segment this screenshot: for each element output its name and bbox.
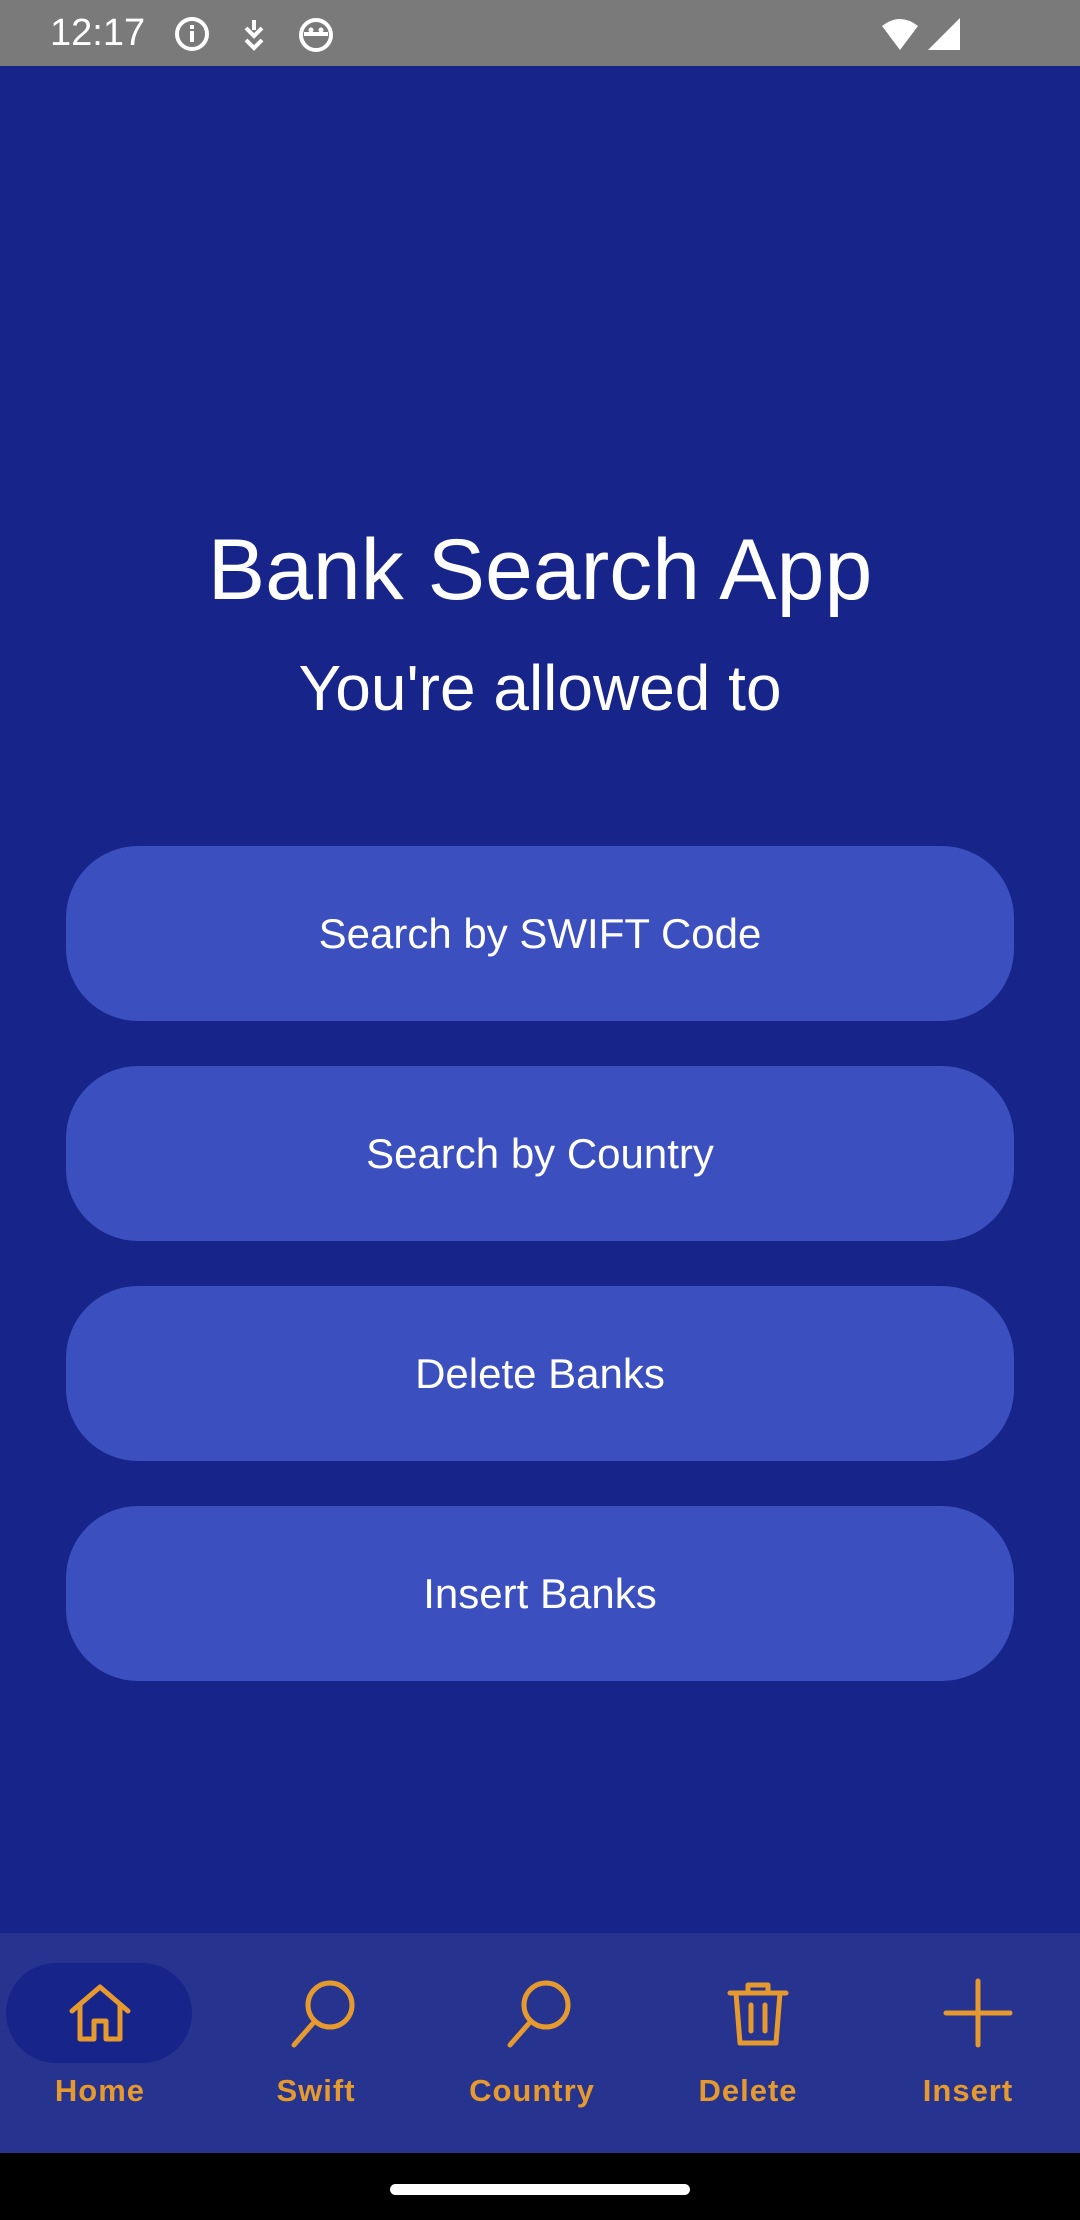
home-gesture-handle[interactable] bbox=[390, 2184, 690, 2195]
bottom-navigation: Home Swift Country Delete Insert bbox=[0, 1933, 1080, 2153]
search-icon bbox=[502, 1975, 578, 2051]
nav-item-home[interactable]: Home bbox=[0, 1933, 216, 2153]
search-by-country-button[interactable]: Search by Country bbox=[66, 1066, 1014, 1241]
search-icon bbox=[286, 1975, 362, 2051]
app-screen: 12:17 Bank Search App You're allowed to … bbox=[0, 0, 1080, 2220]
nav-item-country[interactable]: Country bbox=[432, 1933, 648, 2153]
page-subtitle: You're allowed to bbox=[298, 652, 782, 724]
wifi-icon bbox=[880, 14, 920, 54]
info-icon bbox=[172, 14, 212, 54]
status-time: 12:17 bbox=[50, 12, 146, 54]
nav-item-swift[interactable]: Swift bbox=[216, 1933, 432, 2153]
nav-label-delete: Delete bbox=[698, 2073, 798, 2108]
download-icon bbox=[234, 14, 274, 54]
nav-item-delete[interactable]: Delete bbox=[648, 1933, 864, 2153]
plus-icon bbox=[940, 1975, 1016, 2051]
nav-item-insert[interactable]: Insert bbox=[864, 1933, 1080, 2153]
status-bar: 12:17 bbox=[0, 0, 1080, 66]
gesture-navigation-bar bbox=[0, 2153, 1080, 2220]
home-icon bbox=[62, 1975, 138, 2051]
nav-label-swift: Swift bbox=[276, 2073, 356, 2108]
nav-label-home: Home bbox=[54, 2073, 146, 2108]
search-by-swift-button[interactable]: Search by SWIFT Code bbox=[66, 846, 1014, 1021]
page-title: Bank Search App bbox=[207, 522, 873, 618]
nav-label-insert: Insert bbox=[922, 2073, 1014, 2108]
signal-icon bbox=[924, 14, 964, 54]
trash-icon bbox=[720, 1975, 796, 2051]
nav-label-country: Country bbox=[469, 2073, 595, 2108]
delete-banks-button[interactable]: Delete Banks bbox=[66, 1286, 1014, 1461]
android-icon bbox=[296, 14, 336, 54]
insert-banks-button[interactable]: Insert Banks bbox=[66, 1506, 1014, 1681]
